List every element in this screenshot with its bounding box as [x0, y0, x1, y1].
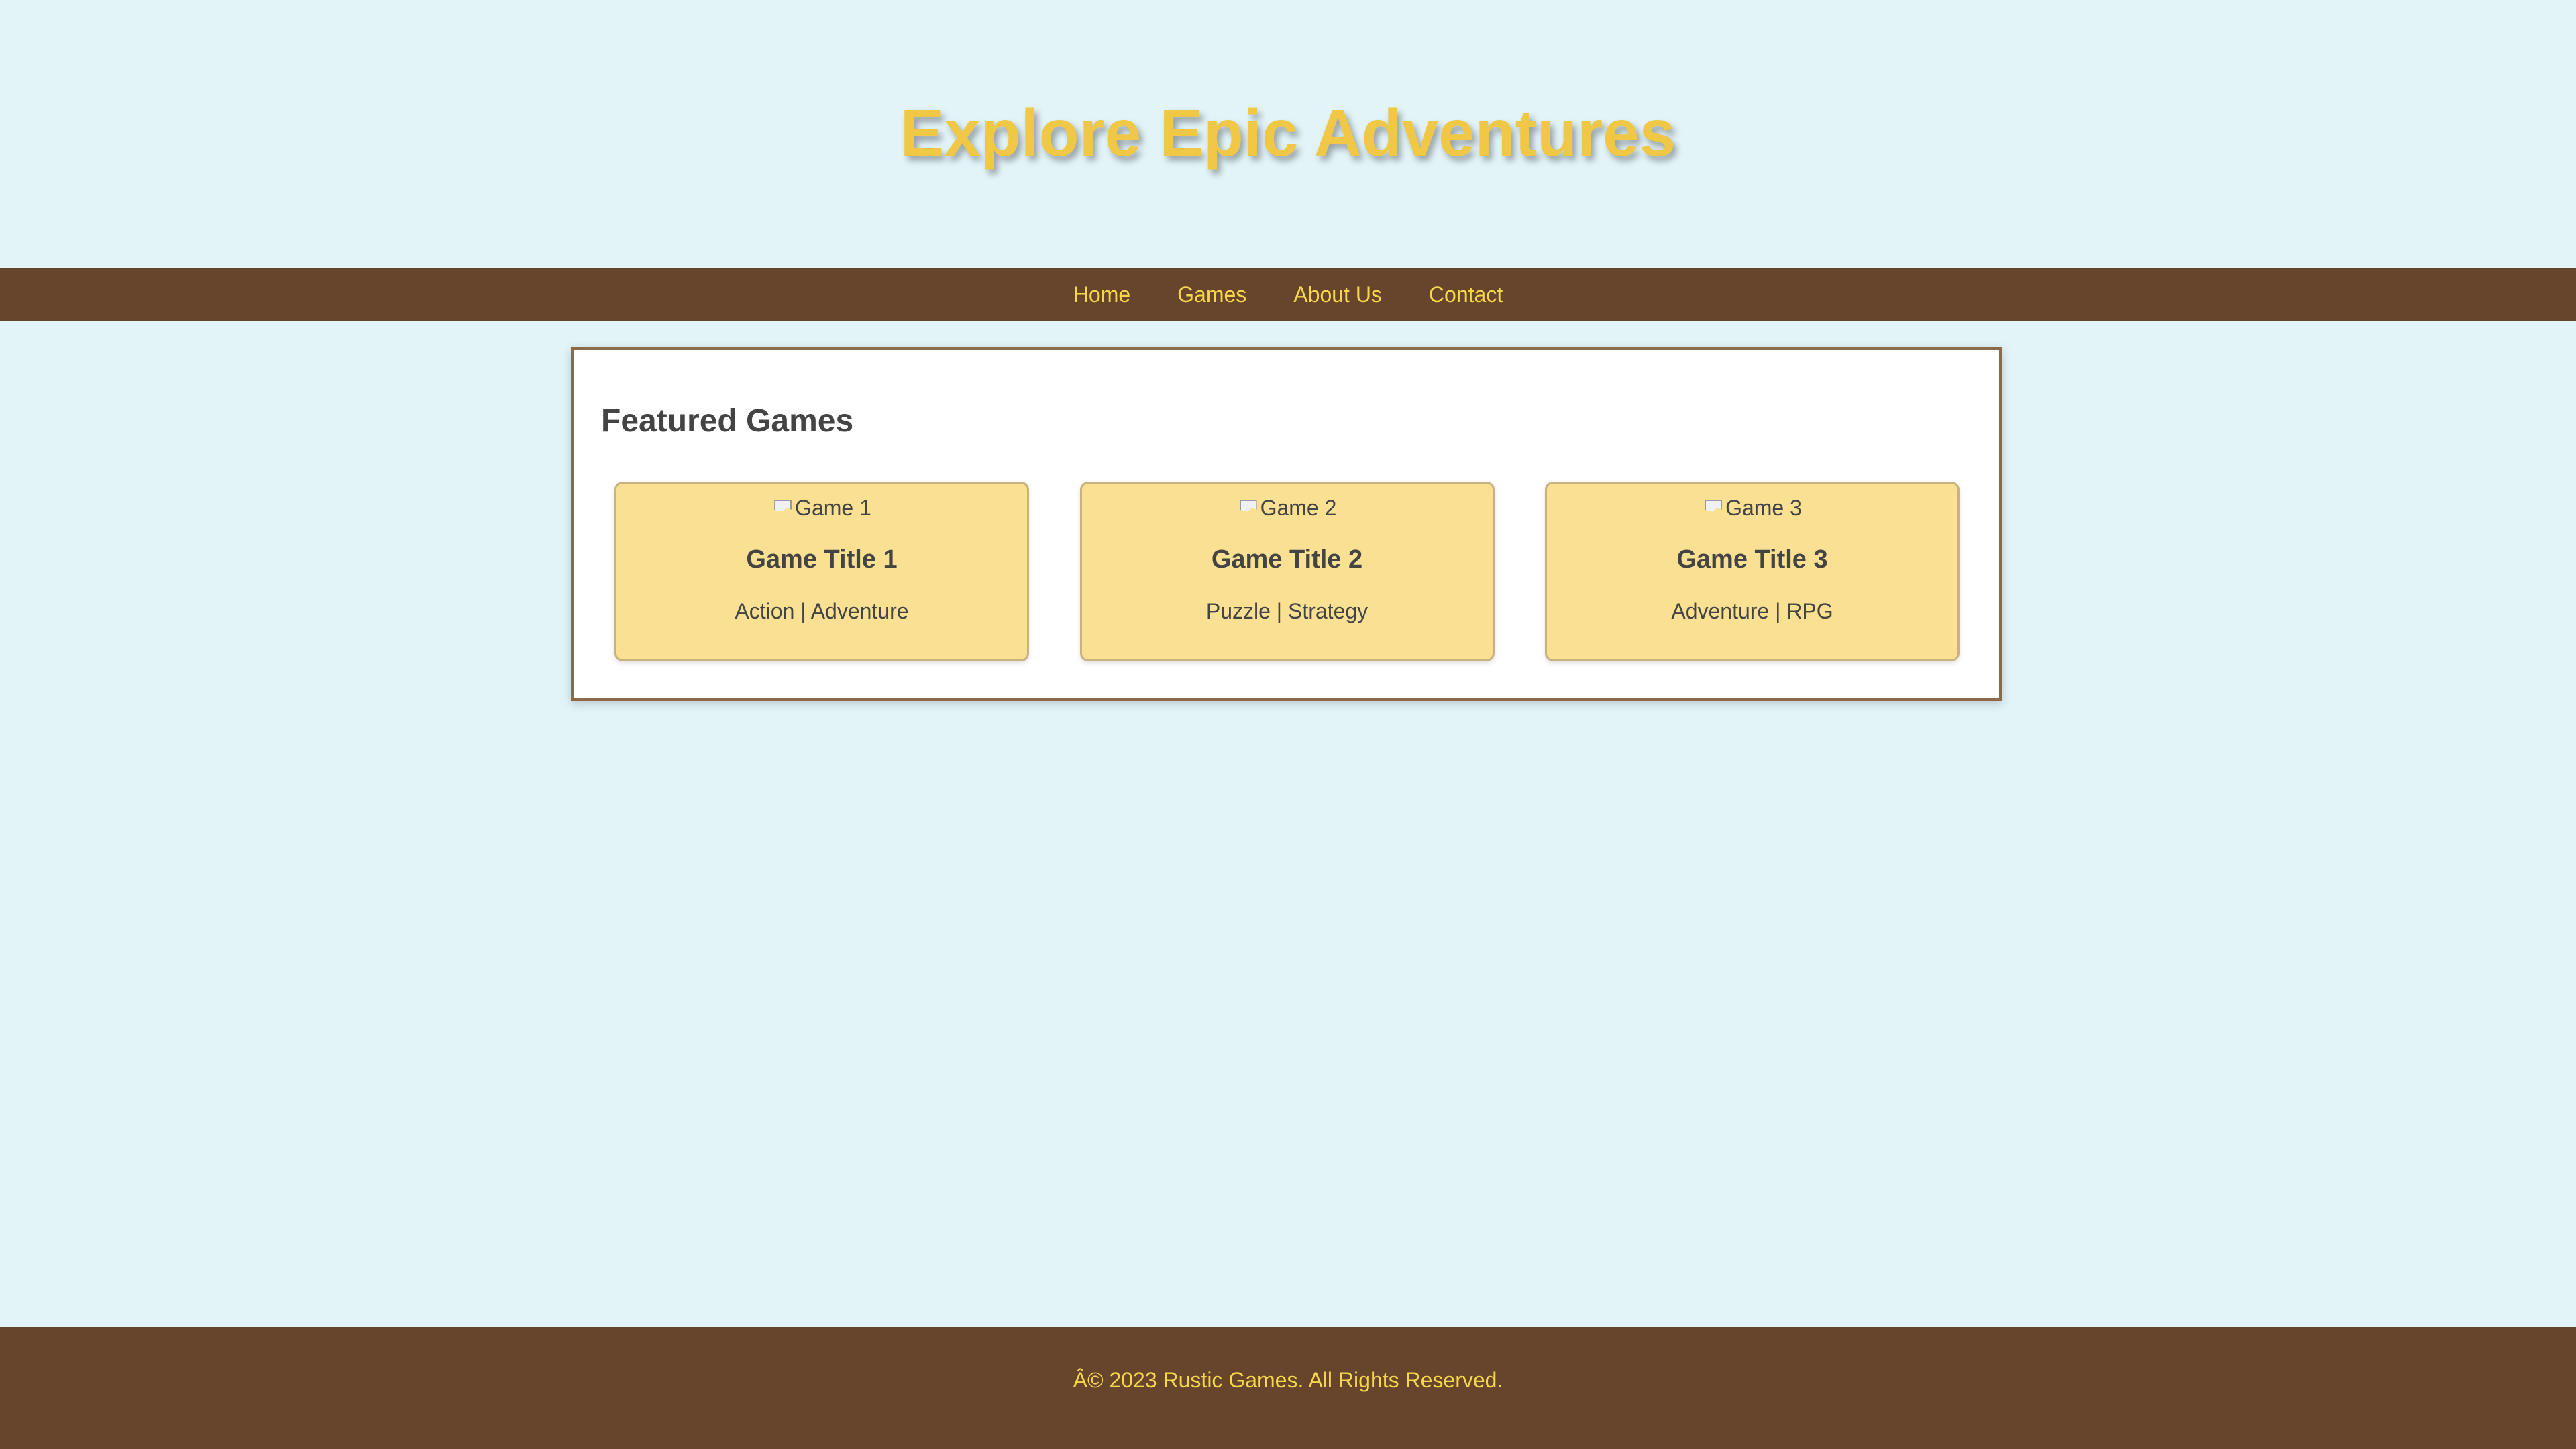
game-card-list: Game 1 Game Title 1 Action | Adventure G… — [614, 482, 1960, 661]
game-title: Game Title 3 — [1676, 545, 1828, 574]
game-card-1[interactable]: Game 1 Game Title 1 Action | Adventure — [614, 482, 1029, 661]
game-image-alt-text: Game 1 — [795, 496, 871, 520]
broken-image-icon — [1238, 497, 1258, 520]
game-image-alt-text: Game 3 — [1725, 496, 1802, 520]
broken-image-icon — [1703, 497, 1723, 520]
broken-image-icon — [772, 497, 792, 520]
nav-link-contact[interactable]: Contact — [1429, 282, 1503, 307]
game-title: Game Title 1 — [746, 545, 898, 574]
main-nav: Home Games About Us Contact — [0, 268, 2576, 321]
site-footer: Â© 2023 Rustic Games. All Rights Reserve… — [0, 1327, 2576, 1449]
nav-link-home[interactable]: Home — [1073, 282, 1130, 307]
game-image-1: Game 1 — [616, 496, 1027, 521]
game-image-alt-text: Game 2 — [1260, 496, 1337, 520]
game-card-2[interactable]: Game 2 Game Title 2 Puzzle | Strategy — [1079, 482, 1495, 661]
game-genre: Puzzle | Strategy — [1205, 599, 1368, 623]
featured-games-heading: Featured Games — [601, 403, 854, 439]
game-title: Game Title 2 — [1211, 545, 1363, 574]
game-image-3: Game 3 — [1547, 496, 1957, 521]
nav-link-games[interactable]: Games — [1177, 282, 1246, 307]
nav-link-about-us[interactable]: About Us — [1293, 282, 1382, 307]
copyright-text: Â© 2023 Rustic Games. All Rights Reserve… — [1073, 1367, 1503, 1392]
site-header: Explore Epic Adventures — [0, 0, 2576, 268]
game-genre: Action | Adventure — [735, 599, 909, 623]
game-card-3[interactable]: Game 3 Game Title 3 Adventure | RPG — [1545, 482, 1960, 661]
game-genre: Adventure | RPG — [1671, 599, 1833, 623]
featured-games-panel: Featured Games Game 1 Game Title 1 Actio… — [571, 347, 2002, 701]
page-title: Explore Epic Adventures — [900, 95, 1676, 170]
game-image-2: Game 2 — [1082, 496, 1493, 521]
